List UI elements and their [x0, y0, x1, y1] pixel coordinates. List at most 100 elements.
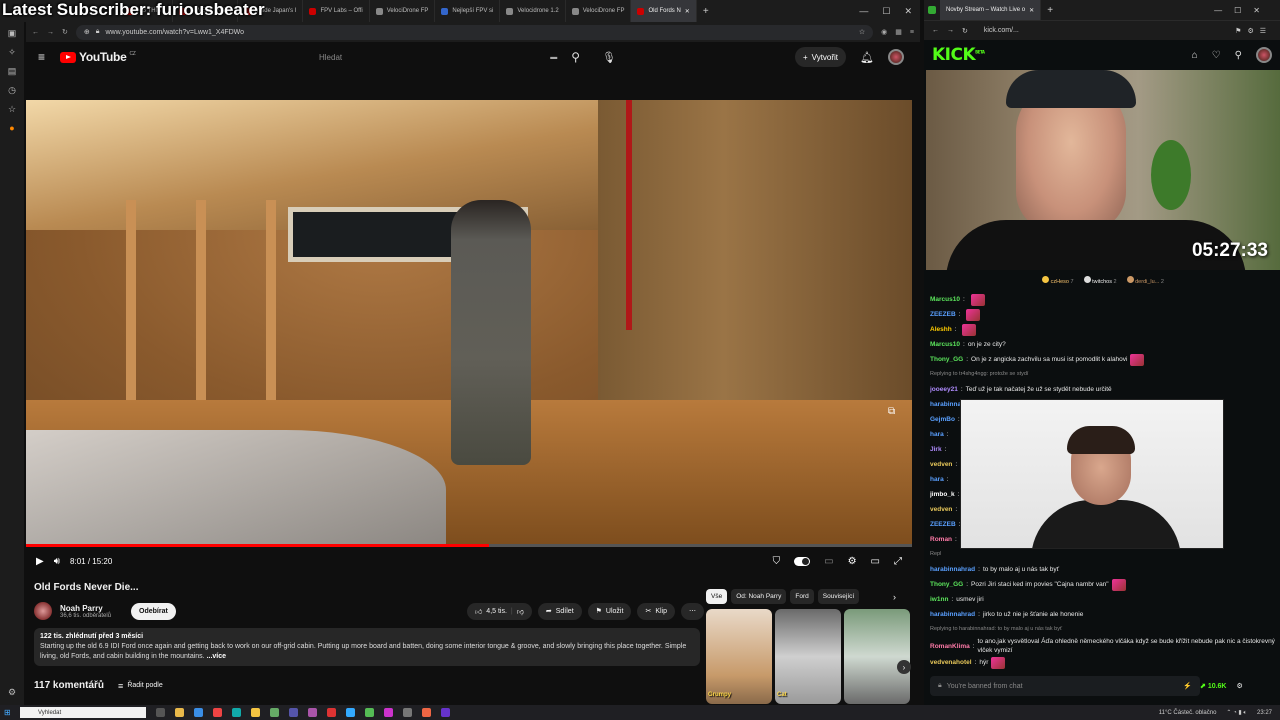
play-icon[interactable]: ▶: [36, 556, 44, 567]
menu-icon[interactable]: ≡: [910, 29, 914, 36]
history-icon[interactable]: ◷: [7, 85, 17, 95]
gifter-item[interactable]: twitchos 2: [1083, 275, 1117, 285]
site-info-icon[interactable]: ⊕: [84, 28, 90, 36]
store-icon[interactable]: ⌂: [1192, 50, 1198, 61]
close-window-icon[interactable]: ✕: [904, 6, 912, 17]
new-tab-icon[interactable]: +: [1047, 5, 1053, 16]
close-tab-icon[interactable]: ✕: [1029, 7, 1034, 14]
chip-related[interactable]: Související: [817, 588, 860, 604]
share-button[interactable]: ➦ Sdílet: [537, 602, 582, 620]
progress-bar[interactable]: [26, 544, 912, 547]
ai-sparkle-icon[interactable]: ✧: [7, 47, 17, 57]
extensions-icon[interactable]: ▦: [895, 28, 902, 36]
browser-tab-active[interactable]: Novby Stream – Watch Live o ✕: [940, 0, 1042, 20]
browser-tab[interactable]: Nejlepší FPV si: [435, 0, 501, 22]
chat-username[interactable]: Aleshh: [930, 325, 952, 334]
browser-tab[interactable]: Velocidrone 1.2: [500, 0, 566, 22]
chat-username[interactable]: harabinnahrad: [930, 610, 975, 619]
chat-message[interactable]: iw1nn: usmev jiri: [930, 592, 1275, 607]
close-tab-icon[interactable]: ✕: [685, 8, 690, 15]
bookmarks-icon[interactable]: ☆: [7, 104, 17, 114]
chat-username[interactable]: Marcus10: [930, 295, 960, 304]
url-field[interactable]: ⊕ 🔒︎ www.youtube.com/watch?v=Lww1_X4FDWo…: [75, 24, 874, 40]
task-view-icon[interactable]: [156, 708, 165, 717]
back-icon[interactable]: ←: [932, 27, 939, 34]
chat-username[interactable]: Roman: [930, 535, 952, 544]
extension-icon[interactable]: ●: [7, 123, 17, 133]
inbox-icon[interactable]: ▤: [7, 66, 17, 76]
browser-tab-active[interactable]: Old Fords N ✕: [631, 0, 697, 22]
channel-avatar[interactable]: [34, 602, 52, 620]
chips-next-icon[interactable]: ›: [893, 592, 896, 602]
profile-icon[interactable]: ◉: [881, 28, 887, 36]
chat-username[interactable]: Marcus10: [930, 340, 960, 349]
forward-icon[interactable]: →: [947, 27, 954, 34]
chat-username[interactable]: jimbo_k: [930, 490, 955, 499]
chat-username[interactable]: hara: [930, 475, 944, 484]
app-icon[interactable]: [251, 708, 260, 717]
chat-username[interactable]: vedvenahotel: [930, 658, 972, 667]
hamburger-menu-icon[interactable]: ≡: [38, 50, 45, 64]
chat-message[interactable]: RomanKlima: to ano,jak vysvětloval Áďa oh…: [930, 637, 1275, 655]
settings-icon[interactable]: ⚙: [7, 687, 17, 697]
autoplay-toggle[interactable]: [794, 556, 811, 566]
reload-icon[interactable]: ↻: [62, 28, 68, 36]
chat-message[interactable]: Marcus10:: [930, 292, 1275, 307]
chat-username[interactable]: Thony_GG: [930, 355, 963, 364]
chat-username[interactable]: Thony_GG: [930, 580, 963, 589]
tray-icons[interactable]: ⌃ ◔ ▮ 🔈︎: [1226, 709, 1247, 717]
short-thumbnail[interactable]: Grumpy: [706, 609, 772, 704]
new-tab-icon[interactable]: +: [703, 6, 709, 17]
chat-username[interactable]: RomanKlima: [930, 642, 970, 651]
chat-username[interactable]: vedven: [930, 460, 952, 469]
clip-button[interactable]: ✂ Klip: [637, 602, 675, 620]
app-icon[interactable]: [289, 708, 298, 717]
thumbs-down-icon[interactable]: 👎︎: [517, 607, 524, 616]
shelf-next-icon[interactable]: ›: [897, 660, 911, 674]
reload-icon[interactable]: ↻: [962, 27, 968, 35]
app-icon[interactable]: [327, 708, 336, 717]
emote-picker-icon[interactable]: ⚡: [1183, 682, 1192, 690]
chip-all[interactable]: Vše: [706, 588, 728, 604]
search-icon[interactable]: ⚲: [571, 50, 580, 64]
search-input[interactable]: Hledat ▬ ⚲ 🎙︎: [311, 46, 616, 68]
chat-message[interactable]: harabinnahrad: jirko to už nie je šťanie …: [930, 607, 1275, 622]
chat-message[interactable]: Jirkvols:VEM si jich vice: [930, 670, 1275, 672]
settings-gear-icon[interactable]: ⚙: [848, 556, 857, 567]
kick-points[interactable]: ⬈ 10.6K: [1200, 682, 1227, 690]
follow-heart-icon[interactable]: ♡: [1212, 50, 1221, 61]
browser-tab[interactable]: FPV Labs – Offi: [303, 0, 370, 22]
gifter-item[interactable]: czHeso 7: [1042, 275, 1074, 285]
keyboard-icon[interactable]: ▬: [550, 54, 557, 61]
windows-start-icon[interactable]: ⊞: [4, 708, 11, 717]
shield-icon[interactable]: ⛉: [773, 556, 781, 567]
app-icon[interactable]: [422, 708, 431, 717]
account-avatar[interactable]: [888, 49, 904, 65]
maximize-icon[interactable]: ☐: [882, 6, 890, 17]
more-actions-button[interactable]: ⋯: [681, 602, 704, 620]
app-icon[interactable]: [270, 708, 279, 717]
browser-tab[interactable]: VelociDrone FP: [566, 0, 632, 22]
stream-player[interactable]: 05:27:33: [926, 70, 1280, 270]
chat-message[interactable]: Thony_GG: On je z angicka zachvilu sa mus…: [930, 352, 1275, 367]
kick-logo[interactable]: KICKBETA: [932, 45, 985, 65]
chat-username[interactable]: ZEEZEB: [930, 520, 956, 529]
chat-reply-context[interactable]: Replying to harabinnahrad: to by malo aj…: [930, 622, 1275, 637]
gifter-item[interactable]: derdi_lu... 2: [1126, 275, 1164, 285]
workspaces-icon[interactable]: ▣: [7, 28, 17, 38]
minimize-icon[interactable]: —: [859, 6, 868, 17]
theater-mode-icon[interactable]: ▭: [871, 556, 880, 567]
short-thumbnail[interactable]: [844, 609, 910, 704]
window-controls-icon[interactable]: —☐✕: [1214, 6, 1272, 15]
chat-message[interactable]: vedvenahotel: hýr: [930, 655, 1275, 670]
microphone-icon[interactable]: 🎙︎: [602, 51, 616, 64]
chip-ford[interactable]: Ford: [790, 588, 814, 604]
browser-tab[interactable]: VelociDrone FP: [370, 0, 436, 22]
show-more-link[interactable]: ...více: [207, 653, 226, 660]
taskbar-search[interactable]: Vyhledat: [20, 707, 146, 718]
description-box[interactable]: 122 tis. zhlédnutí před 3 měsíci Startin…: [34, 628, 700, 666]
chat-message[interactable]: Thony_GG: Pozri Jiri staci ked im povies …: [930, 577, 1275, 592]
app-icon[interactable]: [346, 708, 355, 717]
sort-comments-button[interactable]: ≡ Řadit podle: [118, 681, 163, 691]
chat-input[interactable]: 🔒︎ You're banned from chat ⚡: [930, 676, 1200, 696]
